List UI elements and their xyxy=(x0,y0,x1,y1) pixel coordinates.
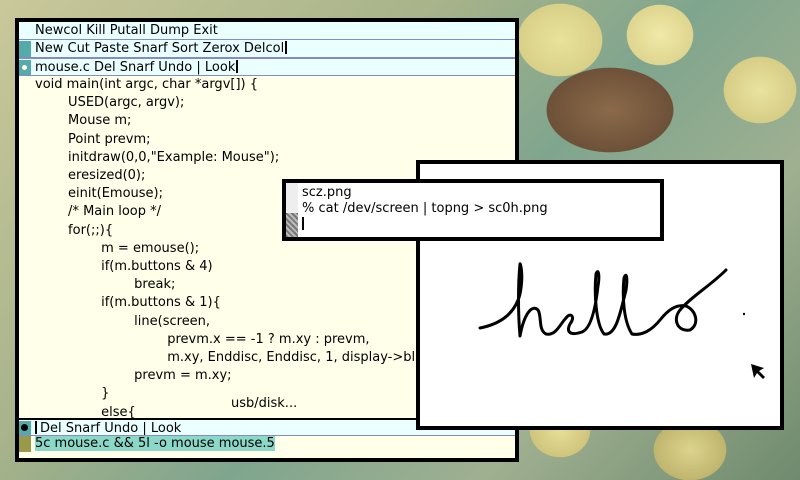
code-line[interactable]: einit(Emouse); xyxy=(35,186,163,201)
command-tag-text[interactable]: Del Snarf Undo | Look xyxy=(40,421,181,435)
code-line[interactable]: initdraw(0,0,"Example: Mouse"); xyxy=(35,150,279,165)
terminal-scrollbar[interactable] xyxy=(286,183,298,237)
text-cursor xyxy=(236,60,239,73)
code-line[interactable]: for(;;){ xyxy=(35,223,113,238)
window-tag-text[interactable]: mouse.c Del Snarf Undo | Look xyxy=(35,60,235,75)
window-dirty-indicator[interactable] xyxy=(22,65,27,70)
code-line[interactable]: prevm.x == -1 ? m.xy : prevm, xyxy=(35,332,369,347)
code-line[interactable]: Point prevm; xyxy=(35,132,150,147)
code-line[interactable]: m = emouse(); xyxy=(35,241,199,256)
main-tag-text[interactable]: Newcol Kill Putall Dump Exit xyxy=(35,23,218,38)
terminal-line-1: scz.png xyxy=(302,185,352,200)
stray-dot xyxy=(742,312,746,316)
terminal-cursor xyxy=(302,217,305,230)
terminal-window[interactable]: scz.png % cat /dev/screen | topng > sc0h… xyxy=(282,179,664,241)
code-line[interactable]: line(screen, xyxy=(35,314,210,329)
code-line[interactable]: USED(argc, argv); xyxy=(35,95,184,110)
code-line[interactable]: prevm = m.xy; xyxy=(35,368,231,383)
code-line[interactable]: eresized(0); xyxy=(35,168,145,183)
window-dirty-indicator[interactable] xyxy=(21,424,28,431)
usb-disk-overlay: usb/disk... xyxy=(231,396,298,411)
code-line[interactable]: m.xy, Enddisc, Enddisc, 1, display->blac… xyxy=(35,350,472,365)
code-line[interactable]: void main(int argc, char *argv[]) { xyxy=(35,77,258,92)
code-line[interactable]: /* Main loop */ xyxy=(35,204,161,219)
text-cursor xyxy=(285,41,288,54)
terminal-scrollbar-thumb[interactable] xyxy=(286,183,298,213)
command-text[interactable]: 5c mouse.c && 5l -o mouse mouse.5 xyxy=(35,436,275,451)
terminal-line-2: % cat /dev/screen | topng > sc0h.png xyxy=(302,201,548,216)
command-line[interactable]: 5c mouse.c && 5l -o mouse mouse.5 xyxy=(19,436,515,452)
text-cursor xyxy=(35,421,38,434)
terminal-text[interactable]: scz.png % cat /dev/screen | topng > sc0h… xyxy=(302,185,548,233)
editor-scrollbar-thumb[interactable] xyxy=(19,76,31,420)
source-code[interactable]: void main(int argc, char *argv[]) { USED… xyxy=(35,76,472,420)
column-tag[interactable]: New Cut Paste Snarf Sort Zerox Delcol xyxy=(19,40,515,58)
code-line[interactable]: if(m.buttons & 4) xyxy=(35,259,212,274)
code-line[interactable]: break; xyxy=(35,277,175,292)
column-tag-text[interactable]: New Cut Paste Snarf Sort Zerox Delcol xyxy=(35,41,284,56)
code-line[interactable]: Mouse m; xyxy=(35,113,131,128)
code-line[interactable]: if(m.buttons & 1){ xyxy=(35,295,221,310)
mouse-pointer-icon xyxy=(751,364,765,379)
acme-main-tag[interactable]: Newcol Kill Putall Dump Exit xyxy=(19,22,515,40)
window-tag[interactable]: mouse.c Del Snarf Undo | Look xyxy=(19,58,515,76)
code-line[interactable]: } xyxy=(35,386,109,401)
editor-scrollbar[interactable] xyxy=(19,76,31,420)
hello-scribble xyxy=(478,262,728,338)
